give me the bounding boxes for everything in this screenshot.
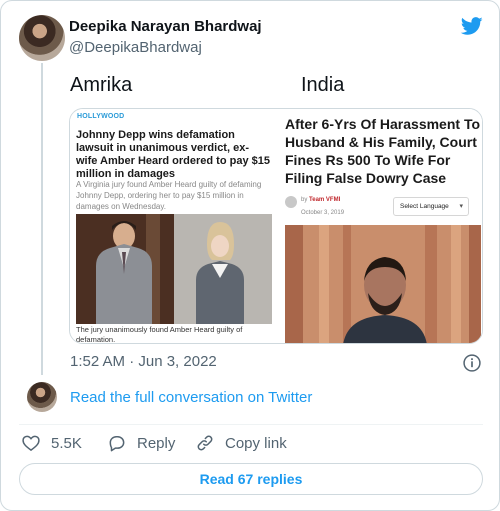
read-replies-button[interactable]: Read 67 replies <box>19 463 483 495</box>
author-name[interactable]: Deepika Narayan Bhardwaj <box>69 18 262 35</box>
like-button[interactable]: 5.5K <box>21 433 82 453</box>
avatar[interactable] <box>19 15 65 61</box>
article-date: October 3, 2019 <box>301 210 345 216</box>
reply-bubble-icon <box>109 436 125 452</box>
avatar[interactable] <box>27 382 57 412</box>
language-select-label: Select Language <box>400 203 449 210</box>
author-handle[interactable]: @DeepikaBhardwaj <box>69 39 202 56</box>
like-count: 5.5K <box>51 434 82 452</box>
read-conversation-link[interactable]: Read the full conversation on Twitter <box>70 389 312 406</box>
tweet-timestamp[interactable]: 1:52 AM · Jun 3, 2022 <box>70 353 217 370</box>
byline-author: Team VFMI <box>309 197 341 203</box>
tweet-media[interactable]: HOLLYWOOD Johnny Depp wins defamation la… <box>69 108 483 344</box>
reply-button[interactable]: Reply <box>107 433 175 453</box>
court-photo <box>76 214 272 324</box>
divider <box>19 424 483 425</box>
article-meta: by Team VFMI October 3, 2019 Select Lang… <box>285 196 481 222</box>
language-select: Select Language ▾ <box>393 197 469 216</box>
tweet-text-right: India <box>301 74 345 96</box>
byline-prefix: by <box>301 197 308 203</box>
media-image-left[interactable]: HOLLYWOOD Johnny Depp wins defamation la… <box>70 109 275 344</box>
author-avatar-icon <box>285 196 297 208</box>
tweet-text-left: Amrika <box>70 74 133 96</box>
copy-link-label: Copy link <box>225 434 287 452</box>
heart-icon <box>22 435 40 452</box>
article-section-label: HOLLYWOOD <box>77 113 125 120</box>
media-image-right[interactable]: After 6-Yrs Of Harassment To Husband & H… <box>279 109 482 343</box>
chevron-down-icon: ▾ <box>459 203 463 210</box>
article-byline: by Team VFMI <box>301 197 340 203</box>
article-headline: Johnny Depp wins defamation lawsuit in u… <box>76 129 270 180</box>
man-photo <box>285 225 481 343</box>
info-icon[interactable] <box>462 353 482 373</box>
tweet-card: Deepika Narayan Bhardwaj @DeepikaBhardwa… <box>0 0 500 511</box>
copy-link-button[interactable]: Copy link <box>195 433 287 453</box>
twitter-bird-icon[interactable] <box>459 15 485 37</box>
reply-label: Reply <box>137 434 176 452</box>
article-headline: After 6-Yrs Of Harassment To Husband & H… <box>285 116 481 186</box>
link-icon <box>197 435 213 451</box>
article-subtext: A Virginia jury found Amber Heard guilty… <box>76 180 262 211</box>
photo-caption: The jury unanimously found Amber Heard g… <box>76 325 243 344</box>
thread-line <box>41 63 43 375</box>
